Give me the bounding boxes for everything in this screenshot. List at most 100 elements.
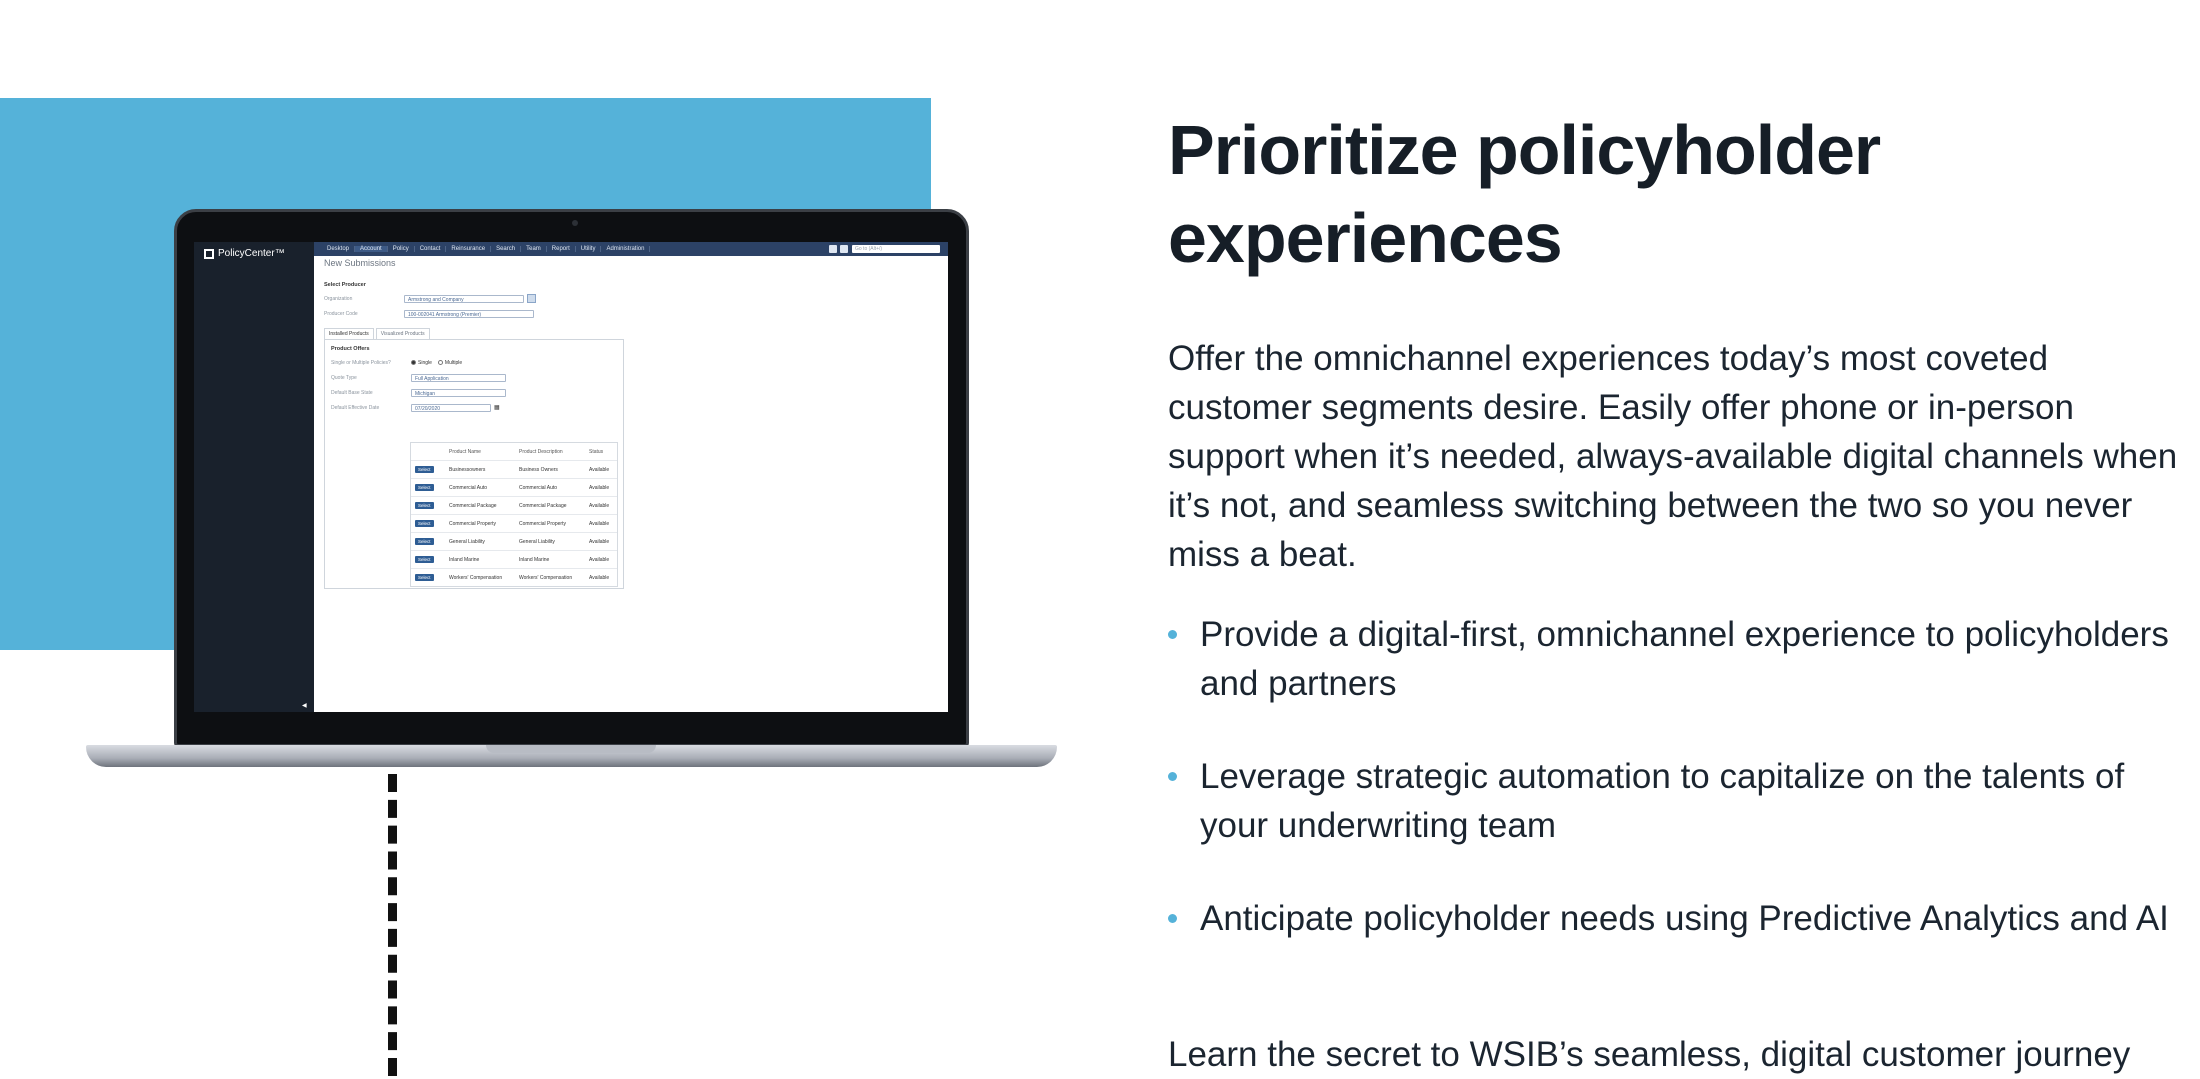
nav-policy[interactable]: Policy: [388, 246, 415, 252]
page-title: New Submissions: [324, 258, 396, 268]
nav-icons: [829, 245, 848, 253]
effective-date-row: Default Effective Date 07/20/2020 ▦: [331, 403, 617, 412]
app-sidebar: PolicyCenter™ ◀: [194, 242, 314, 712]
list-item: Provide a digital-first, omnichannel exp…: [1168, 610, 2188, 708]
select-button[interactable]: Select: [415, 519, 434, 527]
table-row: Select Inland Marine Inland Marine Availabl…: [411, 550, 617, 568]
product-description-cell: Inland Marine: [519, 556, 550, 563]
organization-row: Organization Armstrong and Company: [324, 294, 948, 303]
select-button[interactable]: Select: [415, 555, 434, 563]
base-state-select[interactable]: Michigan: [411, 388, 506, 397]
bullet-icon: [1168, 772, 1177, 781]
effective-date-field[interactable]: 07/20/2020: [411, 403, 491, 412]
app-search-input[interactable]: Go to (Alt+/): [852, 245, 940, 253]
nav-team[interactable]: Team: [521, 246, 547, 252]
tab-visualized-products[interactable]: Visualized Products: [375, 328, 430, 339]
table-row: Select Commercial Package Commercial Packa…: [411, 496, 617, 514]
product-status-cell: Available: [589, 466, 610, 473]
product-name-cell: Commercial Package: [449, 502, 497, 509]
nav-utility[interactable]: Utility: [576, 246, 602, 252]
product-description-cell: Business Owners: [519, 466, 558, 473]
laptop-base: [86, 745, 1057, 767]
table-row: Select Commercial Property Commercial Prop…: [411, 514, 617, 532]
section-select-producer: Select Producer: [324, 282, 366, 288]
product-name-cell: Businessowners: [449, 466, 486, 473]
list-item: Anticipate policyholder needs using Pred…: [1168, 894, 2188, 943]
bookmark-icon[interactable]: [829, 245, 837, 253]
product-tabs: Installed Products Visualized Products: [324, 328, 948, 339]
cta-text: Learn the secret to WSIB’s seamless, dig…: [1168, 1035, 2131, 1074]
product-name-cell: Commercial Property: [449, 520, 496, 527]
product-description-cell: Commercial Property: [519, 520, 566, 527]
bullet-icon: [1168, 914, 1177, 923]
quote-type-label: Quote Type: [331, 374, 357, 381]
radio-single[interactable]: Single: [411, 360, 432, 366]
organization-label: Organization: [324, 295, 353, 302]
page-heading: Prioritize policyholder experiences: [1168, 111, 1881, 277]
app-logo: PolicyCenter™: [204, 248, 285, 259]
product-status-cell: Available: [589, 574, 610, 581]
laptop-notch: [486, 745, 656, 753]
product-status-cell: Available: [589, 502, 610, 509]
col-status[interactable]: Status: [589, 449, 617, 455]
radio-multiple[interactable]: Multiple: [437, 360, 462, 366]
producer-code-label: Producer Code: [324, 310, 358, 317]
organization-field[interactable]: Armstrong and Company: [404, 294, 524, 303]
producer-code-row: Producer Code 100-002041 Armstrong (Prem…: [324, 309, 948, 318]
col-product-name[interactable]: Product Name: [449, 449, 519, 455]
producer-code-select[interactable]: 100-002041 Armstrong (Premier): [404, 309, 534, 318]
nav-contact[interactable]: Contact: [415, 246, 447, 252]
app-main: New Submissions Select Producer Organiza…: [324, 256, 948, 712]
camera-icon: [572, 220, 578, 226]
bullet-icon: [1168, 630, 1177, 639]
policy-type-row: Single or Multiple Policies? Single Mult…: [331, 358, 617, 367]
intro-paragraph: Offer the omnichannel experiences today’…: [1168, 339, 2178, 574]
select-button[interactable]: Select: [415, 501, 434, 509]
product-offers-heading: Product Offers: [331, 346, 370, 352]
select-button[interactable]: Select: [415, 573, 434, 581]
nav-account[interactable]: Account: [355, 246, 388, 252]
product-name-cell: General Liability: [449, 538, 485, 545]
product-status-cell: Available: [589, 556, 610, 563]
select-button[interactable]: Select: [415, 483, 434, 491]
product-description-cell: Commercial Auto: [519, 484, 558, 491]
policy-type-label: Single or Multiple Policies?: [331, 359, 391, 366]
select-button[interactable]: Select: [415, 465, 434, 473]
product-status-cell: Available: [589, 520, 610, 527]
products-table: Product Name Product Description Status …: [410, 442, 618, 587]
policycenter-logo-icon: [204, 248, 214, 259]
benefits-list: Provide a digital-first, omnichannel exp…: [1168, 610, 2188, 987]
bullet-text: Provide a digital-first, omnichannel exp…: [1200, 615, 2169, 703]
dashed-divider: [388, 774, 397, 1076]
search-icon[interactable]: [527, 294, 536, 303]
product-description-cell: Workers' Compensation: [519, 574, 573, 581]
product-name-cell: Commercial Auto: [449, 484, 488, 491]
list-item: Leverage strategic automation to capital…: [1168, 752, 2188, 850]
product-description-cell: General Liability: [519, 538, 555, 545]
product-name-cell: Workers' Compensation: [449, 574, 503, 581]
col-product-description[interactable]: Product Description: [519, 449, 589, 455]
select-button[interactable]: Select: [415, 537, 434, 545]
product-description-cell: Commercial Package: [519, 502, 567, 509]
base-state-label: Default Base State: [331, 389, 373, 396]
table-row: Select Businessowners Business Owners Avail…: [411, 460, 617, 478]
effective-date-label: Default Effective Date: [331, 404, 380, 411]
nav-desktop[interactable]: Desktop: [322, 246, 356, 252]
tab-installed-products[interactable]: Installed Products: [324, 328, 374, 339]
product-status-cell: Available: [589, 484, 610, 491]
quote-type-select[interactable]: Full Application: [411, 373, 506, 382]
collapse-icon[interactable]: ◀: [302, 702, 307, 709]
product-status-cell: Available: [589, 538, 610, 545]
quote-type-row: Quote Type Full Application: [331, 373, 617, 382]
calendar-icon[interactable]: ▦: [494, 404, 500, 411]
nav-reinsurance[interactable]: Reinsurance: [446, 246, 492, 252]
nav-administration[interactable]: Administration: [601, 246, 651, 252]
nav-report[interactable]: Report: [547, 246, 576, 252]
app-top-nav: Desktop Account Policy Contact Reinsuran…: [314, 242, 948, 256]
table-header-row: Product Name Product Description Status: [411, 443, 617, 460]
nav-search[interactable]: Search: [491, 246, 522, 252]
table-row: Select Commercial Auto Commercial Auto Avai…: [411, 478, 617, 496]
table-row: Select Workers' Compensation Workers' Comp…: [411, 568, 617, 586]
app-logo-text: PolicyCenter™: [218, 248, 285, 259]
gear-icon[interactable]: [840, 245, 848, 253]
